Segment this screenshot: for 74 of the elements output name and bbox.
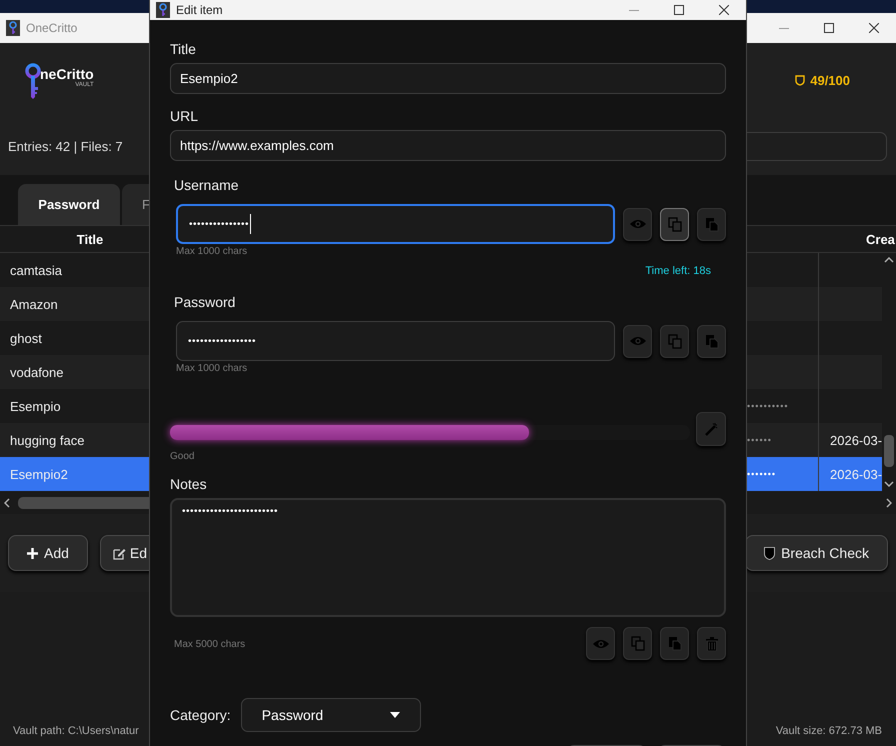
strength-label: Good [170,451,196,462]
field-label: URL [170,108,200,124]
paste-icon [704,334,718,348]
copy-icon [630,636,644,651]
password-field[interactable]: ••••••••••••••• [176,204,615,244]
eye-icon [630,336,646,346]
maximize-icon[interactable] [674,5,684,15]
text-field[interactable]: Esempio2 [170,63,726,94]
table-cell-text: hugging face [9,432,86,448]
eye-icon [592,638,608,648]
window-title: Edit item [176,3,223,17]
masked-cell-text: •••••• [747,435,773,445]
tab[interactable]: Password [18,184,120,225]
copy-icon [668,334,682,348]
password-field[interactable]: ••••••••••••••••• [176,321,615,361]
scroll-thumb[interactable] [884,435,894,467]
field-label: Password [174,294,236,310]
hint-text: Max 1000 chars [176,246,248,257]
table-cell-text: Esempio [9,398,62,414]
scroll-right-icon[interactable] [886,498,892,508]
entries-count: Entries: 42 | Files: 7 [8,139,123,154]
field-label: Notes [170,476,208,492]
table-cell-text: Esempio2 [9,466,69,482]
paste-button[interactable] [697,208,726,240]
paste-icon [668,636,682,651]
shield-icon [795,75,806,86]
masked-cell-text: •••••••••• [747,401,790,411]
scroll-left-icon[interactable] [4,498,10,508]
reveal-button[interactable] [623,324,652,358]
trash-icon [706,636,718,650]
paste-icon [704,216,718,232]
generate-button[interactable] [696,412,726,446]
masked-cell-text: ••••••• [747,469,778,479]
paste-button[interactable] [660,627,689,660]
edit-icon [112,546,126,560]
vault-path: Vault path: C:\Users\natur [13,725,139,737]
table-cell-text: ghost [9,330,43,346]
paste-button[interactable] [697,324,726,358]
close-icon[interactable] [718,5,728,15]
shield-icon [764,546,776,560]
breach-check-button[interactable]: Breach Check [745,535,888,571]
copy-button[interactable] [660,208,689,240]
scroll-down-icon[interactable] [884,481,894,487]
field-label: Username [174,177,240,193]
field-label: Category: [170,707,231,723]
caret-icon [390,712,400,718]
column-header: Crea [866,232,896,246]
reveal-button[interactable] [623,208,652,240]
category-dropdown[interactable]: Password [240,698,421,732]
brand-name: neCritto [40,66,94,82]
eye-icon [630,219,646,229]
reveal-button[interactable] [586,627,615,660]
add-button[interactable]: Add [8,535,88,571]
timer-text: Time left: 18s [645,265,711,277]
security-score: 49/100 [810,73,850,88]
scroll-up-icon[interactable] [884,257,894,263]
key-icon [156,2,170,18]
close-icon[interactable] [868,23,878,33]
key-icon [25,62,41,98]
text-field[interactable]: https://www.examples.com [170,130,726,161]
column-header: Title [76,232,104,246]
table-cell-text: camtasia [9,262,64,278]
maximize-icon[interactable] [824,23,834,33]
hint-text: Max 1000 chars [176,363,248,374]
notes-field[interactable]: •••••••••••••••••••••••• [170,498,726,617]
hint-text: Max 5000 chars [174,639,246,650]
wand-icon [704,422,718,436]
field-label: Title [170,41,197,57]
key-icon [6,20,20,36]
plus-icon [27,548,38,558]
delete-button[interactable] [697,627,726,660]
vault-size: Vault size: 672.73 MB [776,725,882,737]
copy-icon [668,216,682,232]
window-title: OneCritto [26,21,78,35]
